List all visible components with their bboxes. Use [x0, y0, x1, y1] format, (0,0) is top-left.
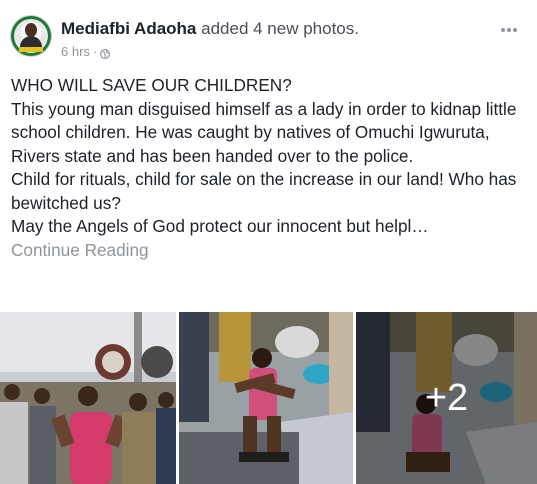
ellipsis-icon[interactable]: [501, 21, 523, 32]
photo-2[interactable]: [179, 312, 353, 484]
post-body-line: WHO WILL SAVE OUR CHILDREN?: [11, 75, 292, 95]
post-body-line: This young man disguised himself as a la…: [11, 98, 517, 166]
globe-icon[interactable]: [100, 47, 111, 59]
post-timestamp[interactable]: 6 hrs: [61, 44, 90, 59]
post-body-line: Child for rituals, child for sale on the…: [11, 169, 517, 213]
post-action-text: added 4 new photos.: [201, 19, 359, 38]
photo-1[interactable]: [0, 312, 176, 484]
avatar-banner: [19, 47, 43, 52]
post-body: WHO WILL SAVE OUR CHILDREN? This young m…: [11, 74, 527, 262]
post-meta: 6 hrs ·: [61, 44, 111, 59]
author-avatar[interactable]: [11, 16, 51, 56]
photo-3[interactable]: +2: [356, 312, 537, 484]
more-photos-overlay[interactable]: +2: [356, 312, 537, 484]
facebook-post: Mediafbi Adaoha added 4 new photos. 6 hr…: [0, 0, 537, 484]
author-name[interactable]: Mediafbi Adaoha: [61, 19, 196, 38]
continue-reading-link[interactable]: Continue Reading: [11, 239, 527, 263]
avatar-figure-head: [25, 23, 37, 37]
post-body-line: May the Angels of God protect our innoce…: [11, 216, 429, 236]
photo-grid: +2: [0, 312, 537, 484]
meta-separator: ·: [92, 44, 98, 59]
post-header: Mediafbi Adaoha added 4 new photos.: [61, 19, 359, 39]
more-photos-count: +2: [424, 377, 469, 419]
